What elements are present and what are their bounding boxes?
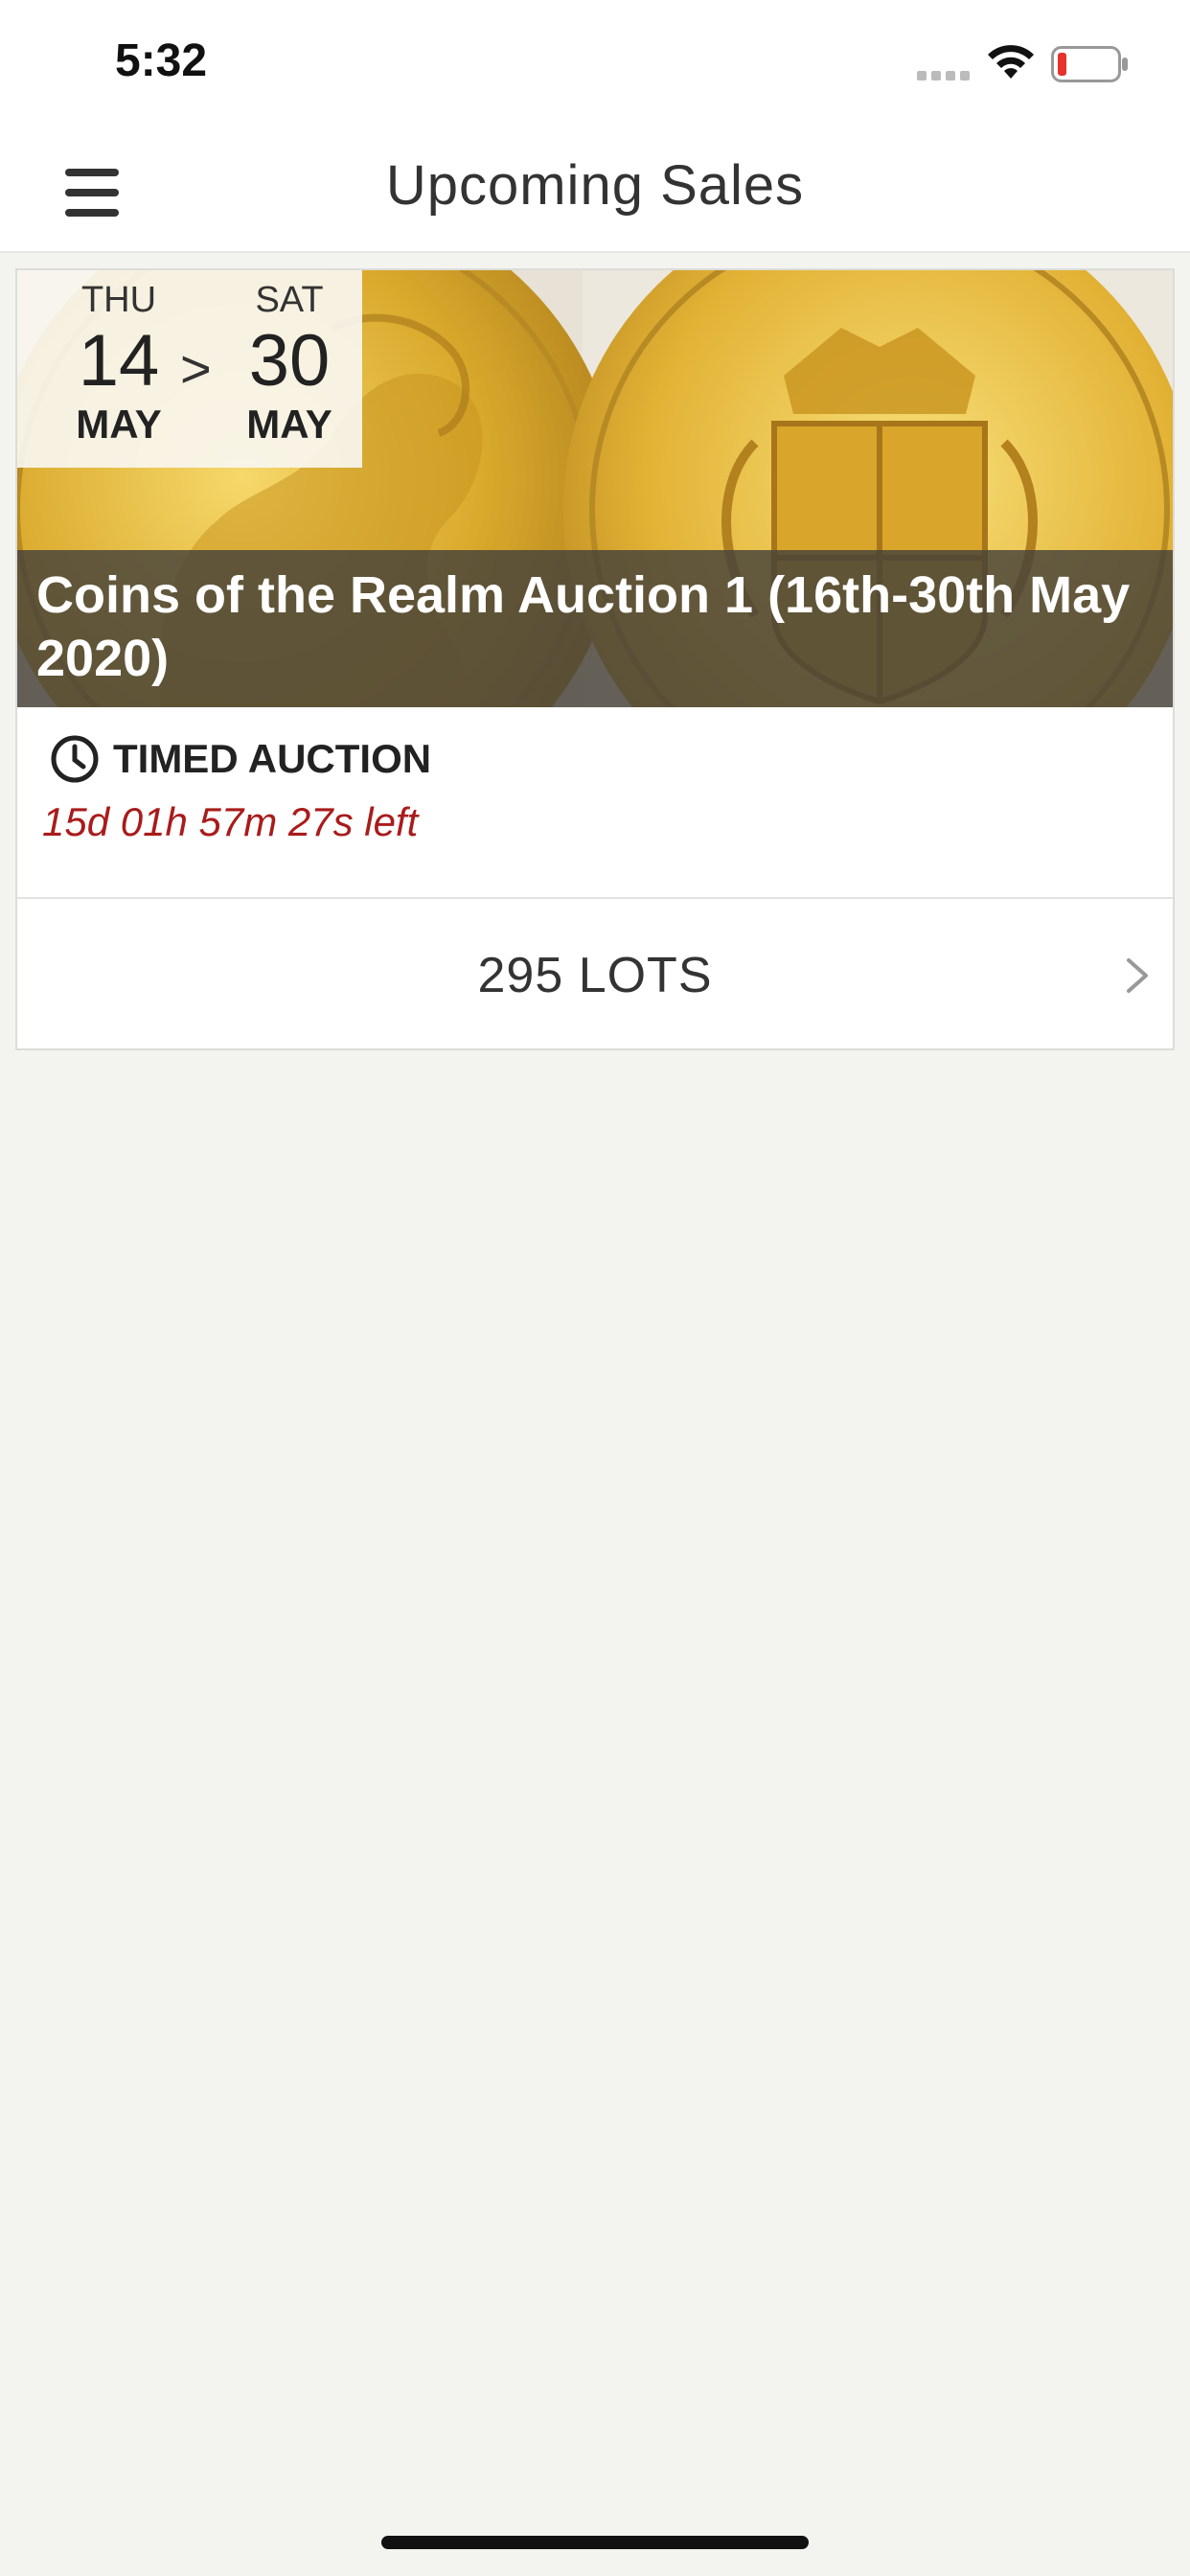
start-date: THU 14 MAY xyxy=(52,280,186,448)
signal-icon xyxy=(917,71,970,80)
chevron-right-icon xyxy=(1127,958,1148,993)
status-bar: 5:32 xyxy=(0,0,1190,125)
start-weekday: THU xyxy=(80,280,157,320)
battery-icon xyxy=(1051,46,1128,82)
start-day: 14 xyxy=(78,320,160,402)
status-time: 5:32 xyxy=(115,35,208,86)
lots-label: 295 LOTS xyxy=(477,948,713,1003)
end-month: MAY xyxy=(246,402,332,447)
clock-icon xyxy=(51,735,99,783)
nav-bar: Upcoming Sales xyxy=(0,125,1190,253)
wifi-icon xyxy=(988,45,1034,79)
page-title: Upcoming Sales xyxy=(385,154,805,217)
time-left: 15d 01h 57m 27s left xyxy=(42,799,419,844)
end-day: 30 xyxy=(248,320,331,402)
sale-title[interactable]: Coins of the Realm Auction 1 (16th-30th … xyxy=(36,564,1157,690)
date-separator: > xyxy=(180,338,212,399)
auction-type: TIMED AUCTION xyxy=(113,736,432,781)
date-badge: THU 14 MAY > SAT 30 MAY xyxy=(17,270,362,468)
lots-button[interactable]: 295 LOTS xyxy=(17,899,1173,1048)
home-indicator[interactable] xyxy=(381,2536,809,2549)
auction-info: TIMED AUCTION 15d 01h 57m 27s left xyxy=(17,707,1173,899)
sale-card[interactable]: THU 14 MAY > SAT 30 MAY Coins of the Rea… xyxy=(15,268,1175,1050)
start-month: MAY xyxy=(76,402,162,447)
end-weekday: SAT xyxy=(255,280,324,320)
sale-image[interactable]: THU 14 MAY > SAT 30 MAY Coins of the Rea… xyxy=(17,270,1173,707)
end-date: SAT 30 MAY xyxy=(222,280,356,448)
sale-title-band: Coins of the Realm Auction 1 (16th-30th … xyxy=(17,550,1173,707)
